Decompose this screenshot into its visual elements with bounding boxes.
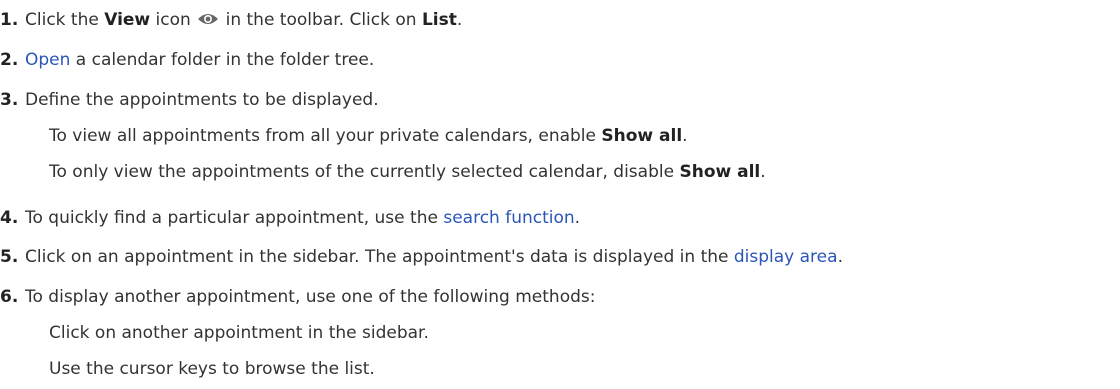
step-number: 6. (0, 287, 19, 307)
step-text: a calendar folder in the folder tree. (70, 50, 375, 70)
step-text: . (574, 208, 581, 228)
step-3: 3. Define the appointments to be displaye… (0, 88, 379, 112)
list-term: List (421, 10, 457, 30)
step-6: 6. To display another appointment, use on… (0, 285, 595, 309)
eye-icon (197, 10, 219, 34)
step-3-sub-1: To view all appointments from all your p… (49, 124, 688, 148)
step-4: 4. To quickly find a particular appointme… (0, 206, 580, 230)
show-all-term: Show all (601, 126, 683, 146)
step-5: 5. Click on an appointment in the sidebar… (0, 245, 843, 269)
sub-text: To only view the appointments of the cur… (49, 162, 680, 182)
step-text: in the toolbar. Click on (220, 10, 422, 30)
sub-text: . (682, 126, 688, 146)
step-6-sub-1: Click on another appointment in the side… (49, 321, 429, 345)
sub-text: Click on another appointment in the side… (49, 323, 429, 343)
step-text: . (837, 247, 843, 267)
show-all-term: Show all (679, 162, 761, 182)
search-function-link[interactable]: search function (443, 208, 574, 228)
sub-text: . (760, 162, 766, 182)
step-number: 4. (0, 208, 19, 228)
step-number: 5. (0, 247, 19, 267)
step-text: . (456, 10, 463, 30)
display-area-link[interactable]: display area (734, 247, 838, 267)
step-number: 2. (0, 50, 19, 70)
step-number: 1. (0, 10, 19, 30)
sub-text: Use the cursor keys to browse the list. (49, 359, 375, 379)
step-text: To display another appointment, use one … (25, 287, 596, 307)
step-text: Define the appointments to be displayed. (25, 90, 379, 110)
step-number: 3. (0, 90, 19, 110)
step-6-sub-2: Use the cursor keys to browse the list. (49, 357, 375, 381)
step-text: To quickly find a particular appointment… (25, 208, 444, 228)
step-3-sub-2: To only view the appointments of the cur… (49, 160, 766, 184)
step-text: Click on an appointment in the sidebar. … (25, 247, 734, 267)
open-link[interactable]: Open (25, 50, 70, 70)
sub-text: To view all appointments from all your p… (49, 126, 602, 146)
step-text: icon (150, 10, 197, 30)
step-2: 2. Open a calendar folder in the folder t… (0, 48, 374, 72)
view-term: View (104, 10, 151, 30)
step-1: 1. Click the View icon in the toolbar. Cl… (0, 8, 462, 34)
step-text: Click the (25, 10, 105, 30)
